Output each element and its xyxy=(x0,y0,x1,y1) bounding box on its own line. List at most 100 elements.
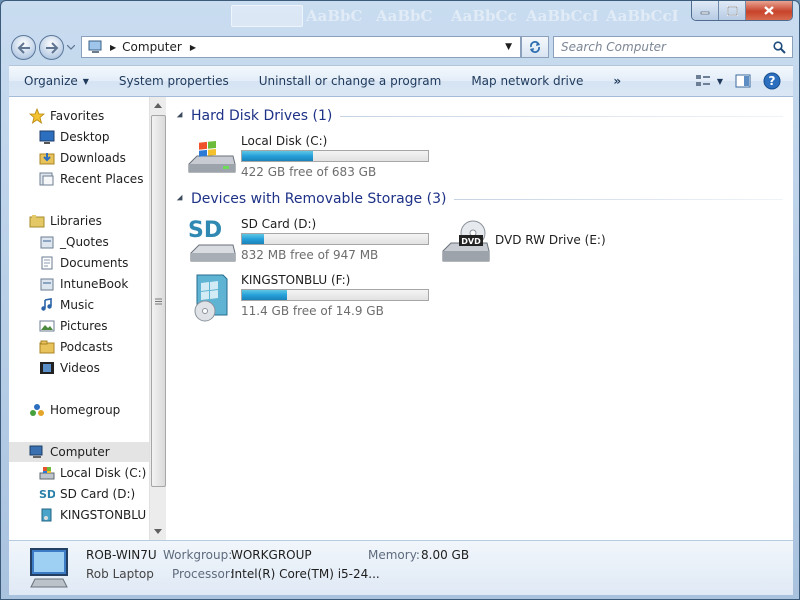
maximize-button[interactable] xyxy=(719,1,746,20)
sidebar-item-label: Pictures xyxy=(60,319,108,333)
documents-icon xyxy=(39,255,55,271)
group-header-hard-disk-drives[interactable]: Hard Disk Drives (1) xyxy=(173,108,783,124)
sidebar-item-videos[interactable]: Videos xyxy=(9,358,149,378)
sidebar-item-downloads[interactable]: Downloads xyxy=(9,148,149,168)
computer-name: ROB-WIN7U xyxy=(86,548,157,562)
sidebar-item-intunebook[interactable]: IntuneBook xyxy=(9,274,149,294)
sidebar-item-label: Music xyxy=(60,298,95,312)
sidebar-item-podcasts[interactable]: Podcasts xyxy=(9,337,149,357)
drive-tile-local-disk[interactable]: Local Disk (C:) 422 GB free of 683 GB xyxy=(187,134,487,184)
sidebar-item-recent-places[interactable]: Recent Places xyxy=(9,169,149,189)
back-button[interactable] xyxy=(11,35,36,60)
sidebar-item-label: IntuneBook xyxy=(60,277,129,291)
sidebar-item-pictures[interactable]: Pictures xyxy=(9,316,149,336)
group-header-removable-storage[interactable]: Devices with Removable Storage (3) xyxy=(173,191,783,207)
close-button[interactable] xyxy=(746,1,792,20)
sidebar-item-favorites[interactable]: Favorites xyxy=(9,106,149,126)
sidebar-item-homegroup[interactable]: Homegroup xyxy=(9,400,149,420)
forward-arrow-icon xyxy=(45,41,58,54)
capacity-bar xyxy=(241,233,429,245)
address-history-dropdown-icon[interactable]: ▼ xyxy=(505,42,512,52)
scroll-up-arrow-icon[interactable] xyxy=(154,103,162,108)
more-label: » xyxy=(613,74,622,88)
drive-list: Hard Disk Drives (1) Local Disk (C:) 422… xyxy=(173,97,793,540)
refresh-icon xyxy=(530,41,540,53)
videos-icon xyxy=(39,360,55,376)
recent-pages-chevron-icon[interactable] xyxy=(67,45,75,51)
system-properties-button[interactable]: System properties xyxy=(104,66,244,96)
search-icon[interactable] xyxy=(773,40,786,54)
refresh-button[interactable] xyxy=(521,36,549,58)
system-properties-label: System properties xyxy=(118,74,229,88)
sidebar-item-label: Homegroup xyxy=(50,403,121,417)
sidebar-item-label: Favorites xyxy=(50,109,105,123)
drive-free-space: 832 MB free of 947 MB xyxy=(241,248,379,262)
drive-tile-kingstonblu[interactable]: KINGSTONBLU (F:) 11.4 GB free of 14.9 GB xyxy=(187,273,487,323)
sidebar-item-quotes[interactable]: _Quotes xyxy=(9,232,149,252)
background-text: AaBbC xyxy=(306,7,363,25)
grip-icon xyxy=(155,298,162,304)
sidebar-item-desktop[interactable]: Desktop xyxy=(9,127,149,147)
view-dropdown-icon[interactable]: ▼ xyxy=(717,77,723,86)
processor-value: Intel(R) Core(TM) i5-24... xyxy=(231,567,380,581)
scroll-down-arrow-icon[interactable] xyxy=(154,529,162,534)
computer-icon xyxy=(29,444,45,460)
minimize-button[interactable] xyxy=(692,1,719,20)
background-text: AaBbCcI xyxy=(526,7,599,25)
command-bar: Organize ▼ System properties Uninstall o… xyxy=(9,65,793,97)
preview-pane-icon[interactable] xyxy=(735,74,751,88)
close-icon xyxy=(764,6,774,15)
hard-disk-icon xyxy=(188,140,236,173)
breadcrumb-chevron-icon[interactable]: ▶ xyxy=(110,43,116,52)
title-bar[interactable]: AaBbC AaBbC AaBbCc AaBbCcI AaBbCcI xyxy=(1,1,799,31)
sidebar-item-libraries[interactable]: Libraries xyxy=(9,211,149,231)
uninstall-program-button[interactable]: Uninstall or change a program xyxy=(244,66,457,96)
usb-drive-icon xyxy=(194,274,228,322)
more-commands-button[interactable]: » xyxy=(598,66,636,96)
scrollbar-thumb[interactable] xyxy=(151,115,166,487)
forward-button[interactable] xyxy=(39,35,64,60)
sidebar-item-label: KINGSTONBLU (F xyxy=(60,508,157,522)
desktop-icon xyxy=(39,129,55,145)
sidebar-item-computer[interactable]: Computer xyxy=(9,442,149,462)
processor-label: Processor: xyxy=(172,567,234,581)
organize-menu-button[interactable]: Organize ▼ xyxy=(9,66,104,96)
drive-free-space: 11.4 GB free of 14.9 GB xyxy=(241,304,384,318)
sidebar-item-documents[interactable]: Documents xyxy=(9,253,149,273)
navigation-pane: Favorites Desktop Downloads Recent Place… xyxy=(9,97,157,540)
breadcrumb-computer[interactable]: Computer xyxy=(122,40,182,54)
capacity-bar xyxy=(241,150,429,162)
drive-tile-dvd[interactable]: DVD DVD RW Drive (E:) xyxy=(441,217,641,267)
help-icon[interactable]: ? xyxy=(763,72,781,90)
navigation-scrollbar[interactable] xyxy=(149,97,166,540)
svg-text:?: ? xyxy=(769,74,776,88)
workgroup-label: Workgroup: xyxy=(163,548,233,562)
pictures-icon xyxy=(39,318,55,334)
map-network-drive-button[interactable]: Map network drive xyxy=(456,66,598,96)
library-icon xyxy=(39,276,55,292)
collapse-arrow-icon xyxy=(176,111,186,121)
sidebar-item-kingstonblu[interactable]: KINGSTONBLU (F xyxy=(9,505,157,525)
sidebar-item-label: _Quotes xyxy=(60,235,109,249)
background-text: AaBbCc xyxy=(451,7,517,25)
computer-icon xyxy=(88,40,102,53)
sidebar-item-label: Recent Places xyxy=(60,172,144,186)
svg-text:SD: SD xyxy=(188,218,222,243)
sidebar-item-label: Downloads xyxy=(60,151,126,165)
background-text: AaBbCcI xyxy=(606,7,679,25)
capacity-used-fill xyxy=(242,290,287,300)
sidebar-item-sd-card[interactable]: SD SD Card (D:) xyxy=(9,484,149,504)
svg-text:DVD: DVD xyxy=(461,237,481,246)
sd-card-icon: SD xyxy=(188,218,236,262)
caption-buttons xyxy=(691,1,793,21)
homegroup-icon xyxy=(29,402,45,418)
music-icon xyxy=(39,297,55,313)
breadcrumb-chevron-icon[interactable]: ▶ xyxy=(190,43,196,52)
computer-description: Rob Laptop xyxy=(86,567,154,581)
address-bar[interactable]: ▶ Computer ▶ ▼ xyxy=(81,36,521,58)
change-view-button[interactable]: ▼ xyxy=(695,74,723,88)
search-box[interactable]: Search Computer xyxy=(553,36,793,58)
sidebar-item-local-disk[interactable]: Local Disk (C:) xyxy=(9,463,149,483)
uninstall-label: Uninstall or change a program xyxy=(258,74,442,88)
sidebar-item-music[interactable]: Music xyxy=(9,295,149,315)
